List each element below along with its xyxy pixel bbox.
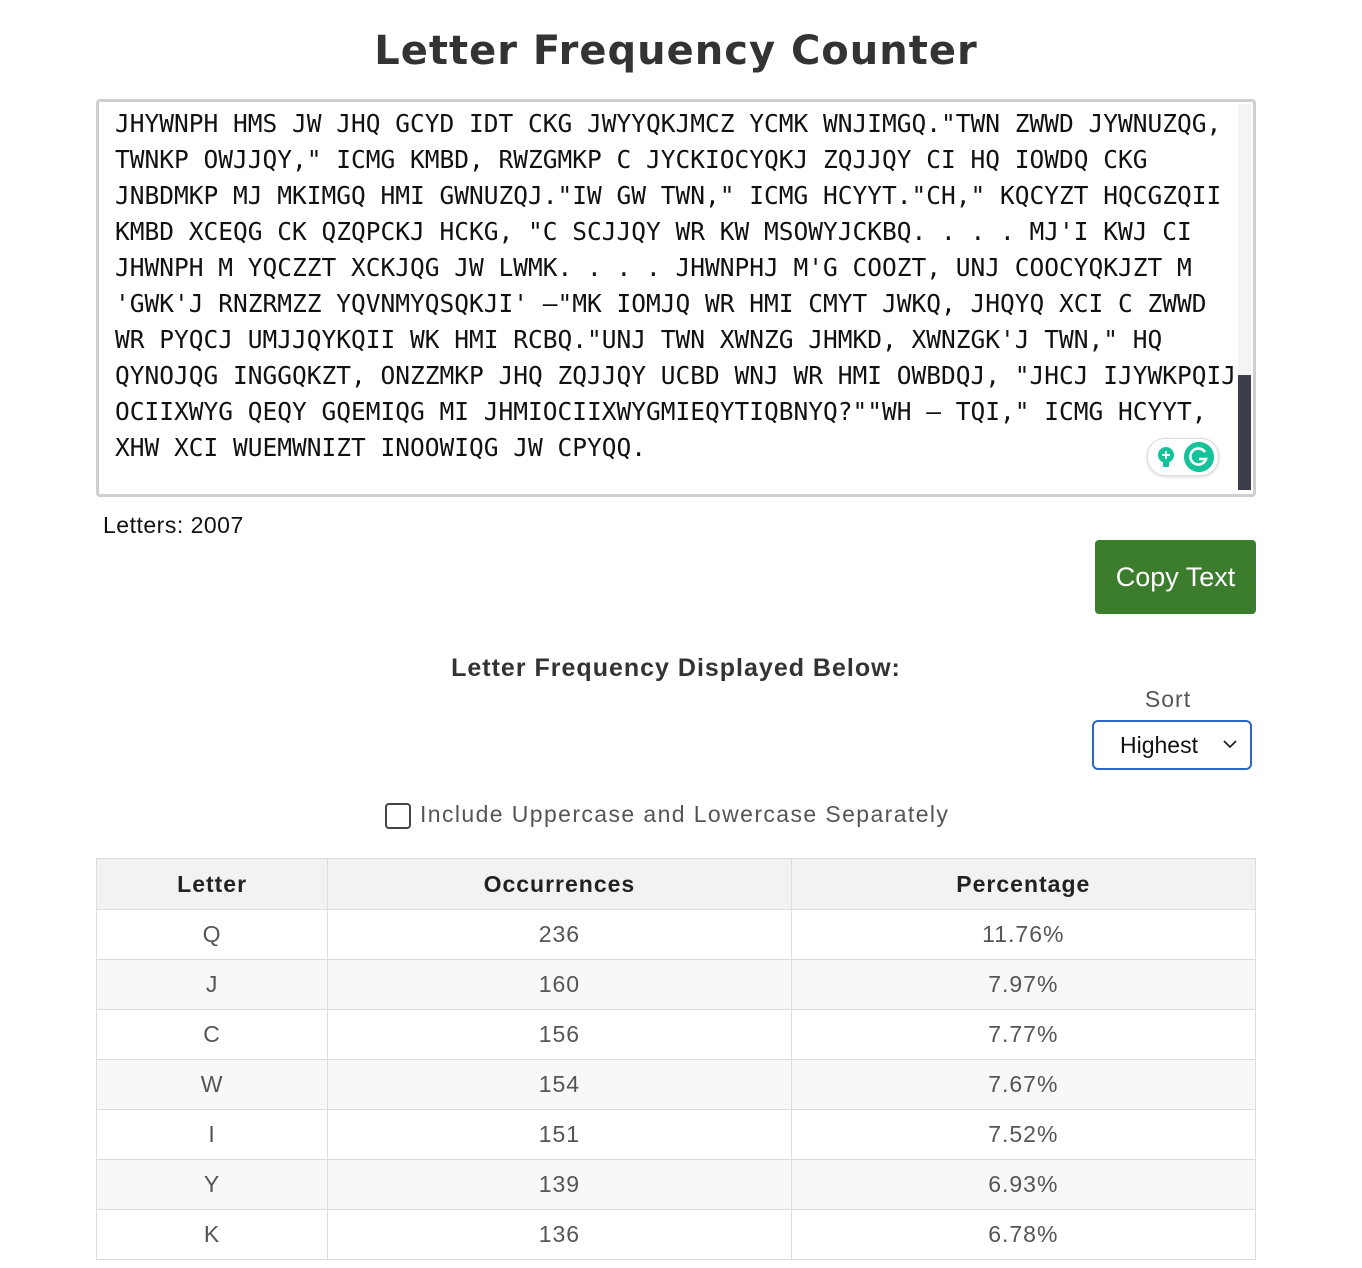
grammarly-widget[interactable] — [1147, 438, 1219, 476]
copy-text-button[interactable]: Copy Text — [1095, 540, 1256, 614]
table-row: C 156 7.77% — [95, 1009, 1257, 1060]
text-line: KMBD XCEQG CK QZQPCKJ HCKG, "C SCJJQY WR… — [115, 217, 1192, 246]
cell-letter: J — [95, 959, 329, 1010]
letters-count: Letters: 2007 — [103, 512, 244, 538]
page-title: Letter Frequency Counter — [374, 28, 978, 74]
chevron-down-icon — [1223, 740, 1237, 749]
text-input-area[interactable]: JHYWNPH HMS JW JHQ GCYD IDT CKG JWYYQKJM… — [96, 99, 1256, 497]
cell-occurrences: 136 — [327, 1209, 792, 1260]
sort-selected-value: Highest — [1120, 732, 1198, 758]
cell-letter: W — [95, 1059, 329, 1110]
text-line: QYNOJQG INGGQKZT, ONZZMKP JHQ ZQJJQY UCB… — [115, 361, 1237, 390]
text-line: JHWNPH M YQCZZT XCKJQG JW LWMK. . . . JH… — [115, 253, 1192, 282]
text-line: JNBDMKP MJ MKIMGQ HMI GWNUZQJ."IW GW TWN… — [115, 181, 1222, 210]
text-line: JHYWNPH HMS JW JHQ GCYD IDT CKG JWYYQKJM… — [115, 109, 1222, 138]
header-letter: Letter — [95, 858, 329, 910]
frequency-heading: Letter Frequency Displayed Below: — [451, 654, 901, 682]
scrollbar[interactable] — [1238, 104, 1251, 490]
header-occurrences: Occurrences — [327, 858, 792, 910]
cell-letter: Y — [95, 1159, 329, 1210]
text-line: 'GWK'J RNZRMZZ YQVNMYQSQKJI' —"MK IOMJQ … — [115, 289, 1207, 318]
cell-letter: C — [95, 1009, 329, 1060]
table-row: Y 139 6.93% — [95, 1159, 1257, 1210]
case-checkbox-label[interactable]: Include Uppercase and Lowercase Separate… — [420, 801, 949, 828]
cell-percentage: 7.52% — [790, 1109, 1257, 1160]
cell-percentage: 6.78% — [790, 1209, 1257, 1260]
table-row: K 136 6.78% — [95, 1209, 1257, 1260]
cell-percentage: 11.76% — [790, 909, 1257, 960]
case-checkbox[interactable] — [385, 803, 411, 829]
cell-percentage: 7.67% — [790, 1059, 1257, 1110]
text-line: XHW XCI WUEMWNIZT INOOWIQG JW CPYQQ. — [115, 433, 647, 462]
table-row: I 151 7.52% — [95, 1109, 1257, 1160]
sort-label: Sort — [1144, 686, 1192, 712]
cell-occurrences: 154 — [327, 1059, 792, 1110]
cell-occurrences: 151 — [327, 1109, 792, 1160]
table-row: W 154 7.67% — [95, 1059, 1257, 1110]
table-header-row: Letter Occurrences Percentage — [95, 858, 1257, 910]
cell-percentage: 7.77% — [790, 1009, 1257, 1060]
cell-letter: I — [95, 1109, 329, 1160]
text-content[interactable]: JHYWNPH HMS JW JHQ GCYD IDT CKG JWYYQKJM… — [115, 106, 1237, 466]
cell-occurrences: 160 — [327, 959, 792, 1010]
cell-occurrences: 139 — [327, 1159, 792, 1210]
text-line: OCIIXWYG QEQY GQEMIQG MI JHMIOCIIXWYGMIE… — [115, 397, 1207, 426]
cell-percentage: 7.97% — [790, 959, 1257, 1010]
cell-percentage: 6.93% — [790, 1159, 1257, 1210]
scrollbar-thumb[interactable] — [1238, 375, 1251, 490]
cell-letter: K — [95, 1209, 329, 1260]
text-line: TWNKP OWJJQY," ICMG KMBD, RWZGMKP C JYCK… — [115, 145, 1148, 174]
cell-letter: Q — [95, 909, 329, 960]
grammarly-icon[interactable] — [1184, 442, 1214, 472]
lightbulb-icon[interactable] — [1154, 445, 1178, 469]
header-percentage: Percentage — [790, 858, 1257, 910]
table-row: J 160 7.97% — [95, 959, 1257, 1010]
text-line: WR PYQCJ UMJJQYKQII WK HMI RCBQ."UNJ TWN… — [115, 325, 1163, 354]
cell-occurrences: 156 — [327, 1009, 792, 1060]
cell-occurrences: 236 — [327, 909, 792, 960]
frequency-table: Letter Occurrences Percentage Q 236 11.7… — [95, 858, 1257, 1260]
sort-select[interactable]: Highest — [1092, 720, 1252, 770]
table-row: Q 236 11.76% — [95, 909, 1257, 960]
